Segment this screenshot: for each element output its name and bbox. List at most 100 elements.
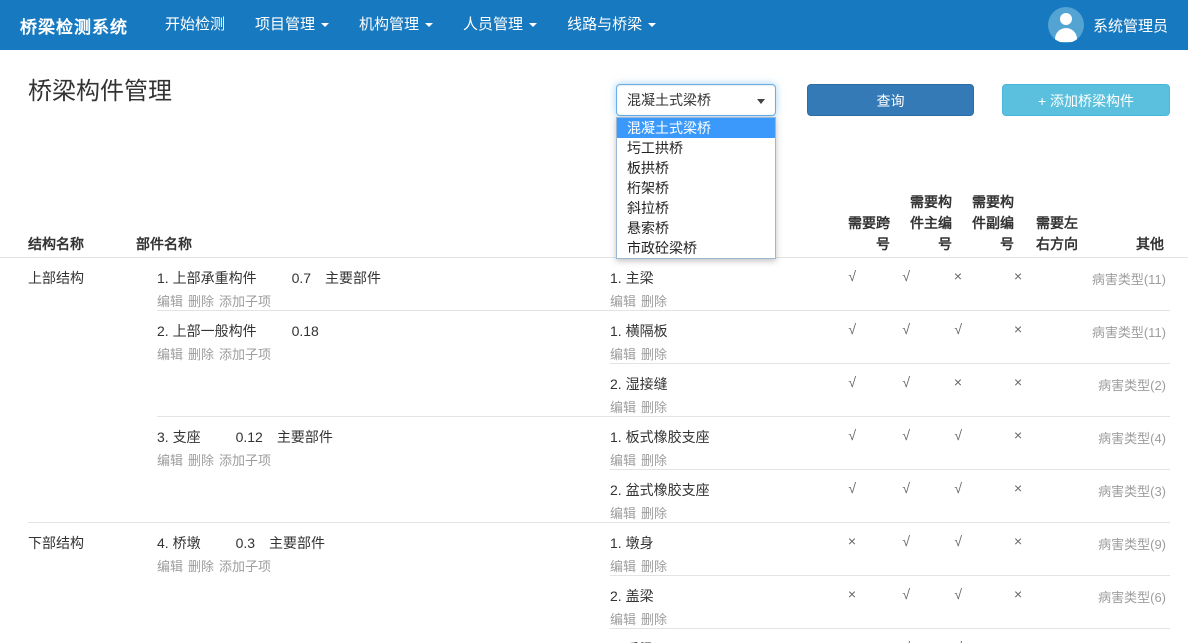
bridge-type-selected-value: 混凝土式梁桥 xyxy=(627,92,711,108)
table-header: 结构名称 部件名称 需要跨号 需要构件主编号 需要构件副编号 需要左右方向 其他 xyxy=(0,192,1188,258)
delete-link[interactable]: 删除 xyxy=(188,294,214,309)
flag-sub-number: √ xyxy=(952,417,1014,469)
part-name: 4. 桥墩 xyxy=(157,535,201,551)
edit-link[interactable]: 编辑 xyxy=(157,294,183,309)
part-name: 1. 上部承重构件 xyxy=(157,270,257,286)
add-child-link[interactable]: 添加子项 xyxy=(219,453,271,468)
subcomponent-name: 2. 湿接缝 xyxy=(610,374,790,394)
components-table: 上部结构1. 上部承重构件0.7主要部件编辑删除添加子项1. 主梁编辑删除√√×… xyxy=(0,258,1188,643)
edit-link[interactable]: 编辑 xyxy=(157,559,183,574)
edit-link[interactable]: 编辑 xyxy=(610,612,636,627)
edit-link[interactable]: 编辑 xyxy=(610,559,636,574)
main-menu: 开始检测项目管理机构管理人员管理线路与桥梁 xyxy=(150,0,671,50)
subcomponent-name: 1. 板式橡胶支座 xyxy=(610,427,790,447)
subcomponent-row: 1. 板式橡胶支座编辑删除√√√×病害类型(4) xyxy=(610,417,1170,469)
flag-span-number: √ xyxy=(790,417,890,469)
chevron-down-icon xyxy=(425,23,433,27)
subcomponent-row: 1. 主梁编辑删除√√××病害类型(11) xyxy=(610,258,1170,310)
part-name: 2. 上部一般构件 xyxy=(157,323,257,339)
subcomponent-name: 3. 系梁 xyxy=(610,639,790,643)
nav-item-0[interactable]: 开始检测 xyxy=(150,0,240,50)
delete-link[interactable]: 删除 xyxy=(188,347,214,362)
bridge-type-option[interactable]: 市政砼梁桥 xyxy=(617,238,775,258)
flag-direction: × xyxy=(1014,470,1078,522)
subcomponent-row: 1. 横隔板编辑删除√√√×病害类型(11) xyxy=(610,311,1170,363)
part-info-cell: 1. 上部承重构件0.7主要部件编辑删除添加子项 xyxy=(157,258,610,310)
subcomponent-name: 2. 盆式橡胶支座 xyxy=(610,480,790,500)
subcomponent-row: 2. 湿接缝编辑删除√√××病害类型(2) xyxy=(610,363,1170,416)
part-row: 2. 上部一般构件0.18编辑删除添加子项1. 横隔板编辑删除√√√×病害类型(… xyxy=(157,310,1170,416)
disease-type-link[interactable]: 病害类型(6) xyxy=(1078,629,1170,643)
edit-link[interactable]: 编辑 xyxy=(610,347,636,362)
chevron-down-icon xyxy=(529,23,537,27)
add-bridge-component-button[interactable]: + 添加桥梁构件 xyxy=(1002,84,1170,116)
bridge-type-option[interactable]: 混凝土式梁桥 xyxy=(617,118,775,138)
bridge-type-option[interactable]: 桁架桥 xyxy=(617,178,775,198)
flag-sub-number: √ xyxy=(952,311,1014,363)
delete-link[interactable]: 删除 xyxy=(641,400,667,415)
header-direction: 需要左右方向 xyxy=(1014,213,1078,255)
structure-name-cell: 上部结构 xyxy=(28,258,136,522)
page-toolbar: 桥梁构件管理 混凝土式梁桥 混凝土式梁桥圬工拱桥板拱桥桁架桥斜拉桥悬索桥市政砼梁… xyxy=(0,76,1188,116)
part-row: 1. 上部承重构件0.7主要部件编辑删除添加子项1. 主梁编辑删除√√××病害类… xyxy=(157,258,1170,310)
nav-item-1[interactable]: 项目管理 xyxy=(240,0,344,50)
flag-main-number: √ xyxy=(890,417,952,469)
flag-sub-number: × xyxy=(952,258,1014,310)
part-info-cell: 2. 上部一般构件 0.18 编辑删除添加子项 xyxy=(157,311,610,416)
query-button[interactable]: 查询 xyxy=(807,84,974,116)
disease-type-link[interactable]: 病害类型(9) xyxy=(1078,523,1170,575)
nav-item-4[interactable]: 线路与桥梁 xyxy=(552,0,671,50)
delete-link[interactable]: 删除 xyxy=(641,347,667,362)
delete-link[interactable]: 删除 xyxy=(641,506,667,521)
delete-link[interactable]: 删除 xyxy=(641,612,667,627)
disease-type-link[interactable]: 病害类型(11) xyxy=(1078,258,1170,310)
add-child-link[interactable]: 添加子项 xyxy=(219,347,271,362)
add-child-link[interactable]: 添加子项 xyxy=(219,559,271,574)
subcomponent-name: 2. 盖梁 xyxy=(610,586,790,606)
user-area: 系统管理员 xyxy=(1048,7,1168,43)
edit-link[interactable]: 编辑 xyxy=(610,506,636,521)
disease-type-link[interactable]: 病害类型(11) xyxy=(1078,311,1170,363)
flag-span-number: √ xyxy=(790,470,890,522)
delete-link[interactable]: 删除 xyxy=(188,559,214,574)
flag-span-number: × xyxy=(790,523,890,575)
part-main-tag: 主要部件 xyxy=(325,270,381,286)
flag-sub-number: √ xyxy=(952,523,1014,575)
edit-link[interactable]: 编辑 xyxy=(610,400,636,415)
bridge-type-option[interactable]: 圬工拱桥 xyxy=(617,138,775,158)
delete-link[interactable]: 删除 xyxy=(641,294,667,309)
bridge-type-option[interactable]: 板拱桥 xyxy=(617,158,775,178)
top-navbar: 桥梁检测系统 开始检测项目管理机构管理人员管理线路与桥梁 系统管理员 xyxy=(0,0,1188,50)
edit-link[interactable]: 编辑 xyxy=(157,453,183,468)
disease-type-link[interactable]: 病害类型(4) xyxy=(1078,417,1170,469)
table-section: 下部结构4. 桥墩0.3主要部件编辑删除添加子项1. 墩身编辑删除×√√×病害类… xyxy=(28,522,1170,643)
flag-sub-number: √ xyxy=(952,470,1014,522)
app-brand[interactable]: 桥梁检测系统 xyxy=(20,13,128,38)
nav-item-2[interactable]: 机构管理 xyxy=(344,0,448,50)
flag-main-number: √ xyxy=(890,258,952,310)
avatar[interactable] xyxy=(1048,7,1084,43)
part-main-tag: 主要部件 xyxy=(277,429,333,445)
header-span-number: 需要跨号 xyxy=(790,213,890,255)
nav-item-3[interactable]: 人员管理 xyxy=(448,0,552,50)
flag-main-number: √ xyxy=(890,364,952,416)
part-weight: 0.18 xyxy=(292,323,319,339)
delete-link[interactable]: 删除 xyxy=(188,453,214,468)
bridge-type-select[interactable]: 混凝土式梁桥 xyxy=(616,84,776,116)
part-name: 3. 支座 xyxy=(157,429,201,445)
flag-span-number: √ xyxy=(790,258,890,310)
bridge-type-option[interactable]: 悬索桥 xyxy=(617,218,775,238)
flag-direction: × xyxy=(1014,523,1078,575)
disease-type-link[interactable]: 病害类型(6) xyxy=(1078,576,1170,628)
bridge-type-option[interactable]: 斜拉桥 xyxy=(617,198,775,218)
add-child-link[interactable]: 添加子项 xyxy=(219,294,271,309)
edit-link[interactable]: 编辑 xyxy=(157,347,183,362)
disease-type-link[interactable]: 病害类型(3) xyxy=(1078,470,1170,522)
edit-link[interactable]: 编辑 xyxy=(610,294,636,309)
disease-type-link[interactable]: 病害类型(2) xyxy=(1078,364,1170,416)
subcomponent-row: 2. 盖梁编辑删除×√√×病害类型(6) xyxy=(610,575,1170,628)
delete-link[interactable]: 删除 xyxy=(641,453,667,468)
edit-link[interactable]: 编辑 xyxy=(610,453,636,468)
bridge-type-select-wrap: 混凝土式梁桥 混凝土式梁桥圬工拱桥板拱桥桁架桥斜拉桥悬索桥市政砼梁桥 xyxy=(616,84,776,116)
delete-link[interactable]: 删除 xyxy=(641,559,667,574)
